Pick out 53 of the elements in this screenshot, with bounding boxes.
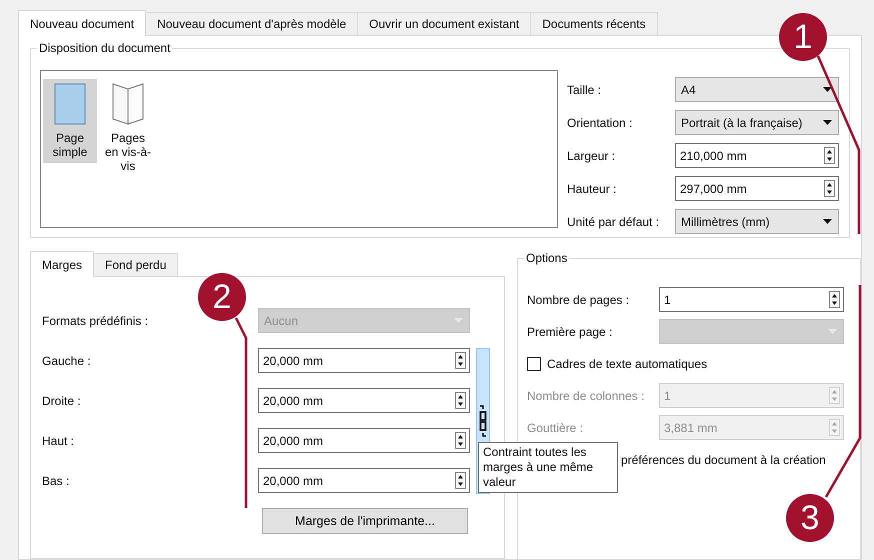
caret-icon (823, 120, 832, 125)
tab[interactable]: Marges (30, 251, 94, 277)
callout-badge: 1 (779, 13, 827, 61)
tooltip: Contraint toutes les marges à une même valeur (478, 442, 618, 493)
layout-option[interactable]: Pages en vis-à-vis (101, 79, 155, 177)
tab[interactable]: Nouveau document (18, 10, 146, 36)
spin-buttons-icon[interactable] (824, 180, 835, 197)
spin-field[interactable]: 210,000 mm (675, 143, 839, 168)
field-label: Haut : (42, 433, 76, 450)
field-label: Nombre de colonnes : (527, 388, 646, 404)
spin-field[interactable]: 20,000 mm (258, 468, 470, 493)
field-label: Largeur : (567, 148, 616, 164)
single-page-icon (54, 83, 86, 125)
field-label: Droite : (42, 393, 82, 410)
field-label: Formats prédéfinis : (42, 313, 150, 330)
layout-option[interactable]: Page simple (43, 79, 97, 163)
spin-field[interactable]: 297,000 mm (675, 176, 839, 201)
field-label: Première page : (527, 324, 614, 340)
spin-buttons-icon[interactable] (824, 147, 835, 164)
spin-buttons-icon[interactable] (455, 352, 466, 369)
option-text: préférences du document à la création (621, 452, 826, 468)
caret-icon (823, 219, 832, 224)
tab[interactable]: Fond perdu (93, 253, 178, 277)
spin-buttons-icon[interactable] (455, 432, 466, 449)
field-label: Bas : (42, 473, 70, 490)
checkbox-label: Cadres de texte automatiques (547, 356, 708, 370)
dropdown[interactable]: Portrait (à la française) (675, 110, 839, 135)
spin-field[interactable]: 20,000 mm (258, 388, 470, 413)
checkbox[interactable] (527, 356, 541, 370)
spin-buttons-icon[interactable] (455, 472, 466, 489)
group-title: Disposition du document (37, 41, 172, 55)
spin-field[interactable]: 20,000 mm (258, 428, 470, 453)
tab[interactable]: Documents récents (530, 12, 658, 36)
field-label: Gauche : (42, 353, 92, 370)
caret-icon (828, 329, 837, 334)
spin-buttons-icon[interactable] (455, 392, 466, 409)
spin-buttons-icon[interactable] (829, 291, 840, 308)
open-book-icon (111, 83, 145, 125)
group-title: Options (524, 251, 570, 265)
printer-margins-button[interactable]: Marges de l'imprimante... (262, 508, 468, 534)
spin-field[interactable]: 1 (659, 287, 844, 312)
dropdown[interactable]: A4 (675, 77, 839, 102)
field-label: Gouttière : (527, 420, 584, 436)
field-label: Taille : (567, 82, 602, 98)
field-label: Orientation : (567, 114, 634, 132)
chain-link-icon (479, 405, 487, 437)
caret-icon (454, 318, 463, 323)
caret-icon (823, 87, 832, 92)
field-label: Unité par défaut : (567, 214, 660, 230)
field-label: Hauteur : (567, 180, 618, 198)
dropdown[interactable]: Millimètres (mm) (675, 209, 839, 234)
field-label: Nombre de pages : (527, 292, 630, 308)
spin-field[interactable]: 20,000 mm (258, 348, 470, 373)
